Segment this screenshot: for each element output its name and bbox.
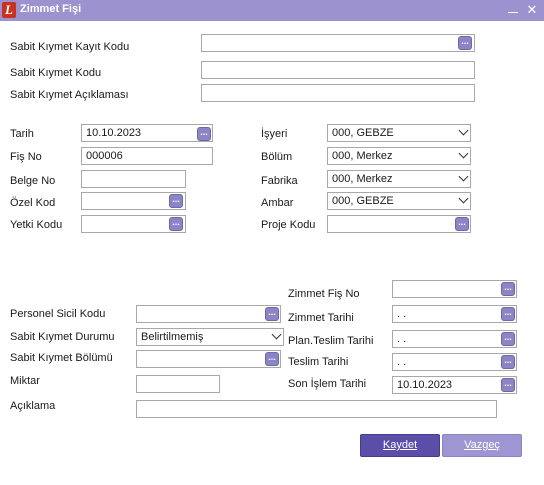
chevron-down-icon bbox=[458, 193, 469, 204]
zimmet-fis-no-lookup-button[interactable]: ... bbox=[501, 282, 515, 296]
proje-kodu-lookup-button[interactable]: ... bbox=[455, 217, 469, 231]
belge-no-field[interactable] bbox=[81, 170, 186, 188]
zimmet-fis-no-field[interactable] bbox=[392, 280, 517, 298]
chevron-down-icon bbox=[458, 148, 469, 159]
minimize-icon[interactable] bbox=[505, 2, 521, 18]
label-zimmet-tarihi: Zimmet Tarihi bbox=[288, 312, 354, 324]
kayit-kodu-field[interactable] bbox=[201, 34, 475, 52]
zimmet-tarihi-field[interactable]: . . bbox=[392, 305, 517, 323]
miktar-field[interactable] bbox=[136, 375, 220, 393]
close-icon[interactable]: ✕ bbox=[524, 2, 540, 18]
ambar-value: 000, GEBZE bbox=[332, 195, 394, 207]
kiymet-durumu-value: Belirtilmemiş bbox=[141, 331, 204, 343]
label-kayit-kodu: Sabit Kıymet Kayıt Kodu bbox=[10, 41, 130, 53]
personel-sicil-lookup-button[interactable]: ... bbox=[265, 307, 279, 321]
tarih-field[interactable]: 10.10.2023 bbox=[81, 124, 213, 142]
label-yetki-kodu: Yetki Kodu bbox=[10, 219, 63, 231]
label-zimmet-fis-no: Zimmet Fiş No bbox=[288, 288, 360, 300]
kiymet-bolumu-lookup-button[interactable]: ... bbox=[265, 352, 279, 366]
fis-no-field[interactable]: 000006 bbox=[81, 147, 213, 165]
label-son-islem: Son İşlem Tarihi bbox=[288, 378, 367, 390]
plan-teslim-calendar-button[interactable]: ... bbox=[501, 332, 515, 346]
label-miktar: Miktar bbox=[10, 375, 40, 387]
proje-kodu-field[interactable] bbox=[327, 215, 471, 233]
label-teslim-tarihi: Teslim Tarihi bbox=[288, 356, 349, 368]
label-plan-teslim: Plan.Teslim Tarihi bbox=[288, 335, 374, 347]
save-button[interactable]: Kaydet bbox=[360, 434, 440, 457]
fabrika-value: 000, Merkez bbox=[332, 173, 393, 185]
chevron-down-icon bbox=[458, 125, 469, 136]
fabrika-select[interactable]: 000, Merkez bbox=[327, 170, 471, 188]
chevron-down-icon bbox=[458, 171, 469, 182]
son-islem-calendar-button[interactable]: ... bbox=[501, 378, 515, 392]
son-islem-field[interactable]: 10.10.2023 bbox=[392, 376, 517, 394]
label-kiymet-aciklama: Sabit Kıymet Açıklaması bbox=[10, 89, 129, 101]
label-ambar: Ambar bbox=[261, 197, 294, 209]
bolum-select[interactable]: 000, Merkez bbox=[327, 147, 471, 165]
label-kiymet-durumu: Sabit Kıymet Durumu bbox=[10, 331, 115, 343]
tarih-calendar-button[interactable]: ... bbox=[197, 127, 211, 141]
label-fabrika: Fabrika bbox=[261, 175, 298, 187]
teslim-tarihi-calendar-button[interactable]: ... bbox=[501, 355, 515, 369]
form-body: Sabit Kıymet Kayıt Kodu ... Sabit Kıymet… bbox=[0, 21, 544, 485]
label-fis-no: Fiş No bbox=[10, 151, 42, 163]
label-isyeri: İşyeri bbox=[261, 128, 288, 140]
teslim-tarihi-field[interactable]: . . bbox=[392, 353, 517, 371]
plan-teslim-field[interactable]: . . bbox=[392, 330, 517, 348]
label-bolum: Bölüm bbox=[261, 151, 293, 163]
save-button-label: Kaydet bbox=[382, 439, 418, 451]
kiymet-durumu-select[interactable]: Belirtilmemiş bbox=[136, 328, 284, 346]
kiymet-bolumu-field[interactable] bbox=[136, 350, 281, 368]
isyeri-value: 000, GEBZE bbox=[332, 127, 394, 139]
personel-sicil-field[interactable] bbox=[136, 305, 281, 323]
cancel-button-label: Vazgeç bbox=[464, 439, 500, 451]
ambar-select[interactable]: 000, GEBZE bbox=[327, 192, 471, 210]
label-belge-no: Belge No bbox=[10, 175, 56, 187]
title-bar: L Zimmet Fişi ✕ bbox=[0, 0, 544, 21]
kiymet-kodu-field[interactable] bbox=[201, 61, 475, 79]
bolum-value: 000, Merkez bbox=[332, 150, 393, 162]
yetki-kodu-lookup-button[interactable]: ... bbox=[169, 217, 183, 231]
label-proje-kodu: Proje Kodu bbox=[261, 219, 316, 231]
label-personel-sicil: Personel Sicil Kodu bbox=[10, 308, 106, 320]
label-kiymet-bolumu: Sabit Kıymet Bölümü bbox=[10, 352, 113, 364]
label-aciklama: Açıklama bbox=[10, 400, 56, 412]
ozel-kod-lookup-button[interactable]: ... bbox=[169, 194, 183, 208]
zimmet-tarihi-calendar-button[interactable]: ... bbox=[501, 307, 515, 321]
kiymet-aciklama-field[interactable] bbox=[201, 84, 475, 102]
kayit-kodu-lookup-button[interactable]: ... bbox=[458, 36, 472, 50]
label-tarih: Tarih bbox=[10, 128, 34, 140]
cancel-button[interactable]: Vazgeç bbox=[442, 434, 522, 457]
chevron-down-icon bbox=[271, 329, 282, 340]
label-ozel-kod: Özel Kod bbox=[10, 197, 56, 209]
aciklama-field[interactable] bbox=[136, 400, 497, 418]
app-logo-icon: L bbox=[2, 2, 16, 18]
label-kiymet-kodu: Sabit Kıymet Kodu bbox=[10, 67, 102, 79]
window-title: Zimmet Fişi bbox=[20, 3, 82, 15]
isyeri-select[interactable]: 000, GEBZE bbox=[327, 124, 471, 142]
